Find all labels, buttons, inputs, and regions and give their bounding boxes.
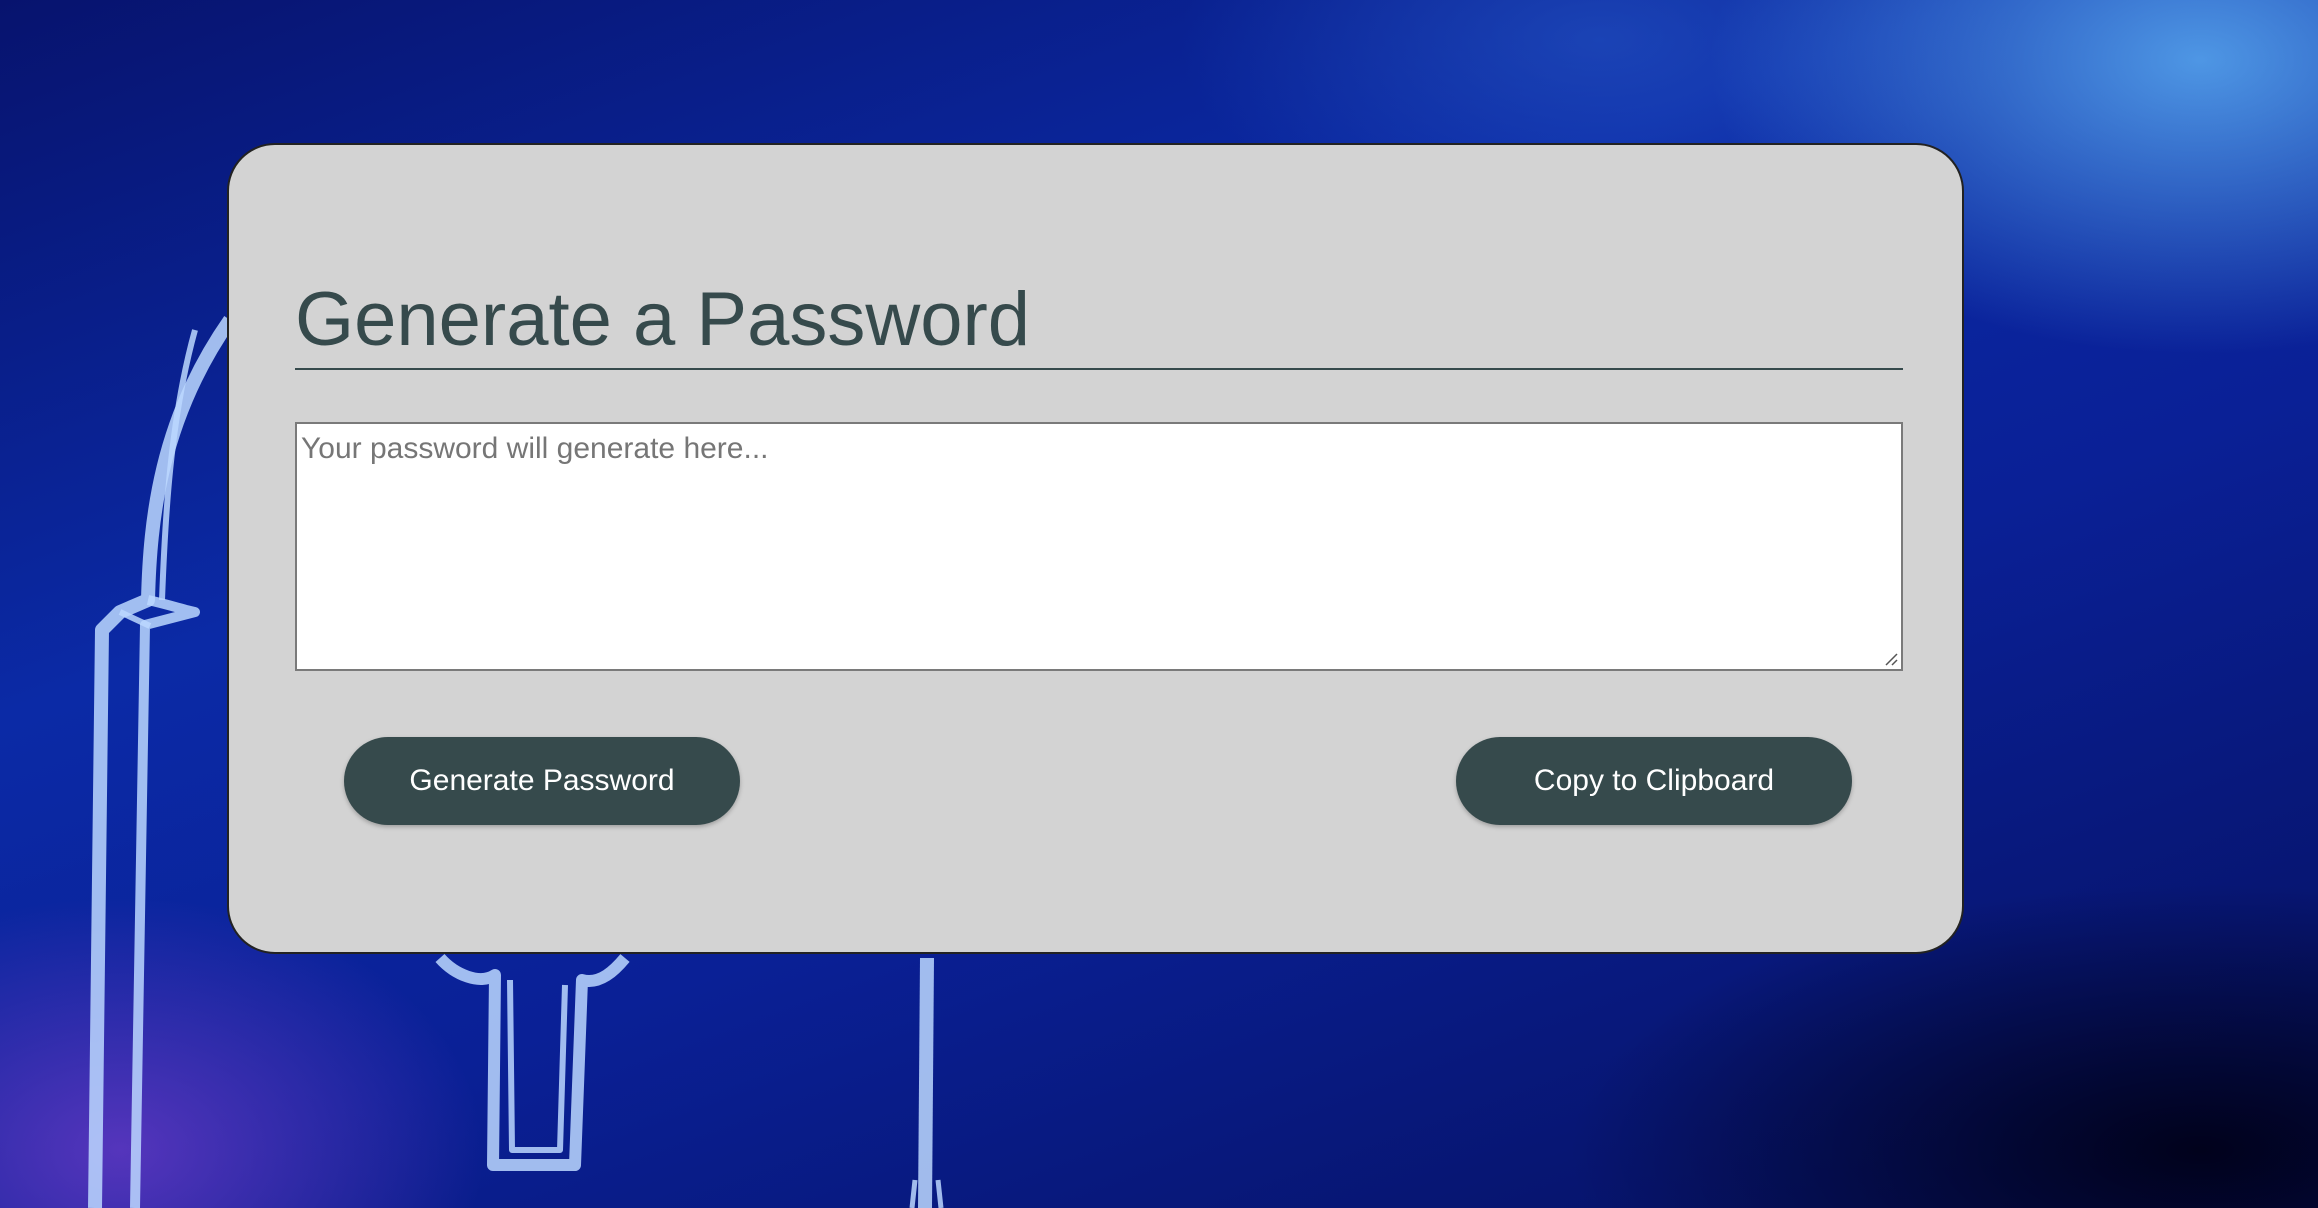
copy-to-clipboard-button[interactable]: Copy to Clipboard <box>1456 737 1852 825</box>
password-output-textarea[interactable] <box>295 422 1903 671</box>
password-generator-card: Generate a Password Generate Password Co… <box>227 143 1964 954</box>
page-title: Generate a Password <box>295 277 1031 362</box>
title-divider <box>295 368 1903 370</box>
generate-password-button[interactable]: Generate Password <box>344 737 740 825</box>
resize-grip-icon[interactable] <box>1884 652 1898 666</box>
